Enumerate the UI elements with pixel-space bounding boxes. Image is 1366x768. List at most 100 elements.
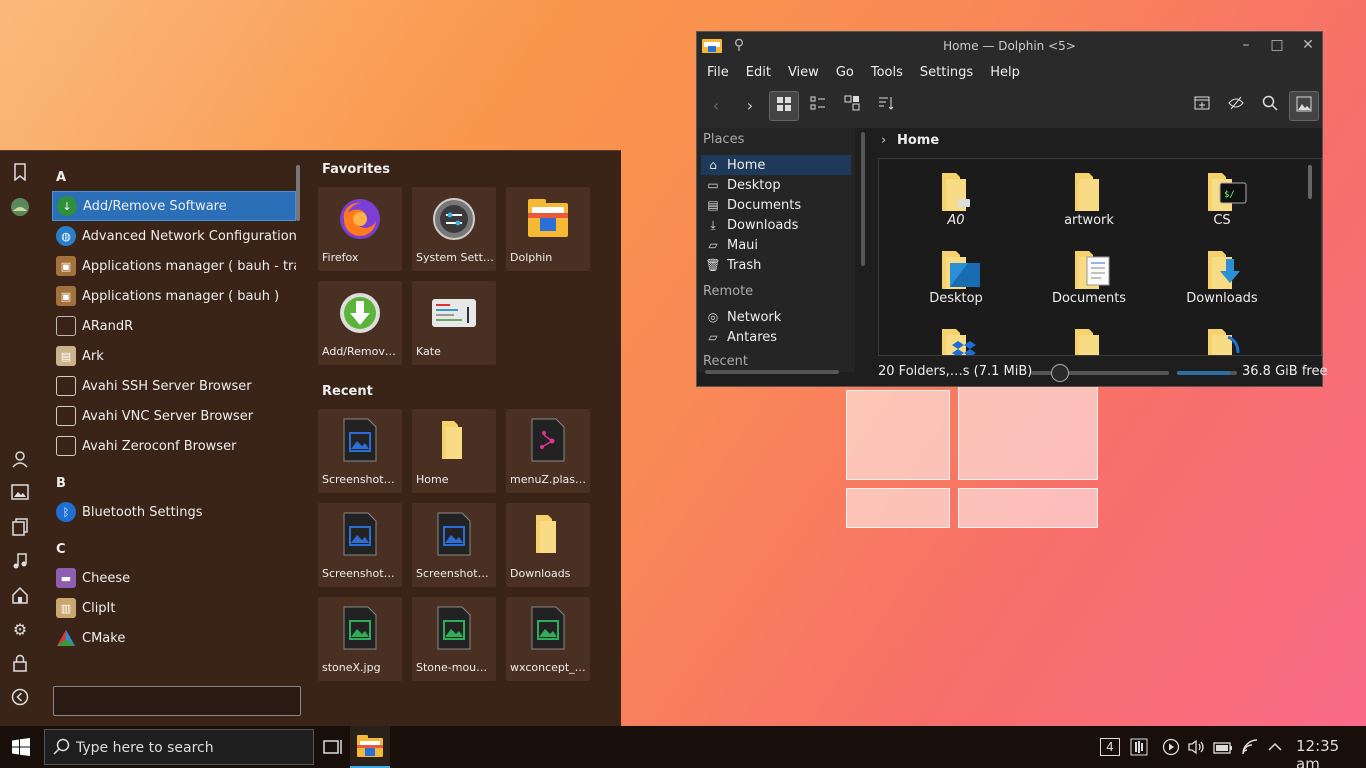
file-item[interactable]: $/ CS: [1167, 171, 1277, 228]
taskbar-dolphin-button[interactable]: [350, 726, 390, 768]
file-item[interactable]: artwork: [1034, 171, 1144, 228]
section-letter: C: [56, 542, 66, 557]
file-item[interactable]: A0: [901, 171, 1011, 228]
favorite-firefox[interactable]: Firefox: [318, 187, 402, 271]
gear-icon[interactable]: ⚙: [10, 620, 30, 640]
menu-help[interactable]: Help: [990, 60, 1029, 86]
place-antares[interactable]: ▱ Antares: [701, 327, 851, 347]
maximize-icon[interactable]: □: [1269, 37, 1285, 53]
recent-item[interactable]: Stone-moun…: [412, 597, 496, 681]
home-icon[interactable]: [10, 586, 30, 606]
back-icon[interactable]: [10, 688, 30, 708]
menu-file[interactable]: File: [707, 60, 738, 86]
chevron-up-icon[interactable]: [1267, 738, 1283, 760]
favorite-add-remove[interactable]: Add/Remov…: [318, 281, 402, 365]
search-icon[interactable]: [1255, 91, 1285, 121]
audio-mixer-icon[interactable]: [1130, 738, 1148, 760]
place-network[interactable]: ◎ Network: [701, 307, 851, 327]
favorite-system-settings[interactable]: System Setti…: [412, 187, 496, 271]
file-item[interactable]: Desktop: [901, 249, 1011, 306]
menu-search-input[interactable]: [53, 686, 301, 716]
app-item-bluetooth[interactable]: ᛒ Bluetooth Settings: [52, 497, 296, 527]
place-desktop[interactable]: ▭ Desktop: [701, 175, 851, 195]
places-hscrollbar[interactable]: [705, 370, 839, 374]
battery-icon[interactable]: [1213, 738, 1233, 760]
hidden-files-icon[interactable]: [1221, 91, 1251, 121]
favorite-kate[interactable]: Kate: [412, 281, 496, 365]
menu-go[interactable]: Go: [836, 60, 863, 86]
virtual-desktop-indicator[interactable]: 4: [1100, 738, 1120, 756]
volume-icon[interactable]: [1187, 738, 1205, 760]
app-label: ARandR: [82, 318, 134, 334]
recent-item[interactable]: Screenshot_…: [412, 503, 496, 587]
app-item-add-remove-software[interactable]: ↓ Add/Remove Software: [52, 191, 296, 221]
sort-icon[interactable]: [871, 91, 901, 121]
minimize-icon[interactable]: –: [1238, 37, 1254, 53]
recent-item[interactable]: Screenshot_…: [318, 409, 402, 493]
place-trash[interactable]: 🗑 Trash: [701, 255, 851, 275]
window-titlebar[interactable]: ⚲ Home — Dolphin <5> – □ ✕: [697, 32, 1322, 60]
remote-header: Remote: [703, 284, 754, 299]
pictures-icon[interactable]: [10, 484, 30, 504]
menu-tools[interactable]: Tools: [871, 60, 912, 86]
lock-icon[interactable]: [10, 654, 30, 674]
menu-settings[interactable]: Settings: [920, 60, 982, 86]
breadcrumb[interactable]: Home: [897, 133, 939, 148]
user-avatar-icon[interactable]: [10, 197, 30, 217]
app-item-cheese[interactable]: ▬ Cheese: [52, 563, 296, 593]
app-item-arandr[interactable]: ARandR: [52, 311, 296, 341]
back-icon[interactable]: ‹: [701, 91, 731, 121]
file-item[interactable]: Downloads: [1167, 249, 1277, 306]
file-item[interactable]: Documents: [1034, 249, 1144, 306]
split-view-icon[interactable]: [837, 91, 867, 121]
app-item-bauh[interactable]: ▣ Applications manager ( bauh ): [52, 281, 296, 311]
app-label: Add/Remove Software: [83, 198, 227, 214]
preview-icon[interactable]: [1289, 91, 1319, 121]
file-view-scrollbar[interactable]: [1308, 165, 1312, 199]
file-item[interactable]: [1034, 327, 1144, 355]
app-item-bauh-tray[interactable]: ▣ Applications manager ( bauh - tray: [52, 251, 296, 281]
person-icon[interactable]: [10, 450, 30, 470]
recent-item[interactable]: Screenshot_…: [318, 503, 402, 587]
task-view-icon[interactable]: [323, 737, 343, 757]
bookmark-icon[interactable]: [10, 163, 30, 183]
file-item[interactable]: [1167, 327, 1277, 355]
app-item-avahi-zeroconf[interactable]: Avahi Zeroconf Browser: [52, 431, 296, 461]
apps-scrollbar[interactable]: [296, 165, 300, 221]
recent-item[interactable]: Home: [412, 409, 496, 493]
recent-item[interactable]: stoneX.jpg: [318, 597, 402, 681]
recent-item[interactable]: Downloads: [506, 503, 590, 587]
zoom-slider-handle[interactable]: [1051, 364, 1069, 382]
media-play-icon[interactable]: [1162, 738, 1180, 760]
app-item-cmake[interactable]: CMake: [52, 623, 296, 653]
clock[interactable]: 12:35 am: [1296, 737, 1366, 768]
icons-view-icon[interactable]: [769, 91, 799, 121]
windows-start-icon[interactable]: [12, 738, 30, 756]
place-home[interactable]: ⌂ Home: [701, 155, 851, 175]
app-item-avahi-vnc[interactable]: Avahi VNC Server Browser: [52, 401, 296, 431]
documents-icon[interactable]: [10, 518, 30, 538]
app-item-avahi-ssh[interactable]: Avahi SSH Server Browser: [52, 371, 296, 401]
favorite-dolphin[interactable]: Dolphin: [506, 187, 590, 271]
app-item-clipit[interactable]: ▥ ClipIt: [52, 593, 296, 623]
close-icon[interactable]: ✕: [1300, 37, 1316, 53]
recent-item[interactable]: menuZ.plas…: [506, 409, 590, 493]
folder-desktop-icon: [940, 249, 980, 291]
compact-view-icon[interactable]: [803, 91, 833, 121]
place-maui[interactable]: ▱ Maui: [701, 235, 851, 255]
forward-icon[interactable]: ›: [735, 91, 765, 121]
menu-edit[interactable]: Edit: [746, 60, 780, 86]
taskbar-search[interactable]: Type here to search: [44, 729, 314, 765]
network-wifi-icon[interactable]: [1241, 738, 1259, 760]
app-item-advanced-network[interactable]: ◍ Advanced Network Configuration: [52, 221, 296, 251]
menu-view[interactable]: View: [788, 60, 828, 86]
new-tab-icon[interactable]: [1187, 91, 1217, 121]
file-item[interactable]: [901, 327, 1011, 355]
recent-item[interactable]: wxconcept_…: [506, 597, 590, 681]
favorites-title: Favorites: [322, 162, 390, 177]
place-documents[interactable]: ▤ Documents: [701, 195, 851, 215]
place-downloads[interactable]: ⤓ Downloads: [701, 215, 851, 235]
places-scrollbar[interactable]: [861, 132, 865, 266]
app-item-ark[interactable]: ▤ Ark: [52, 341, 296, 371]
music-icon[interactable]: [10, 552, 30, 572]
